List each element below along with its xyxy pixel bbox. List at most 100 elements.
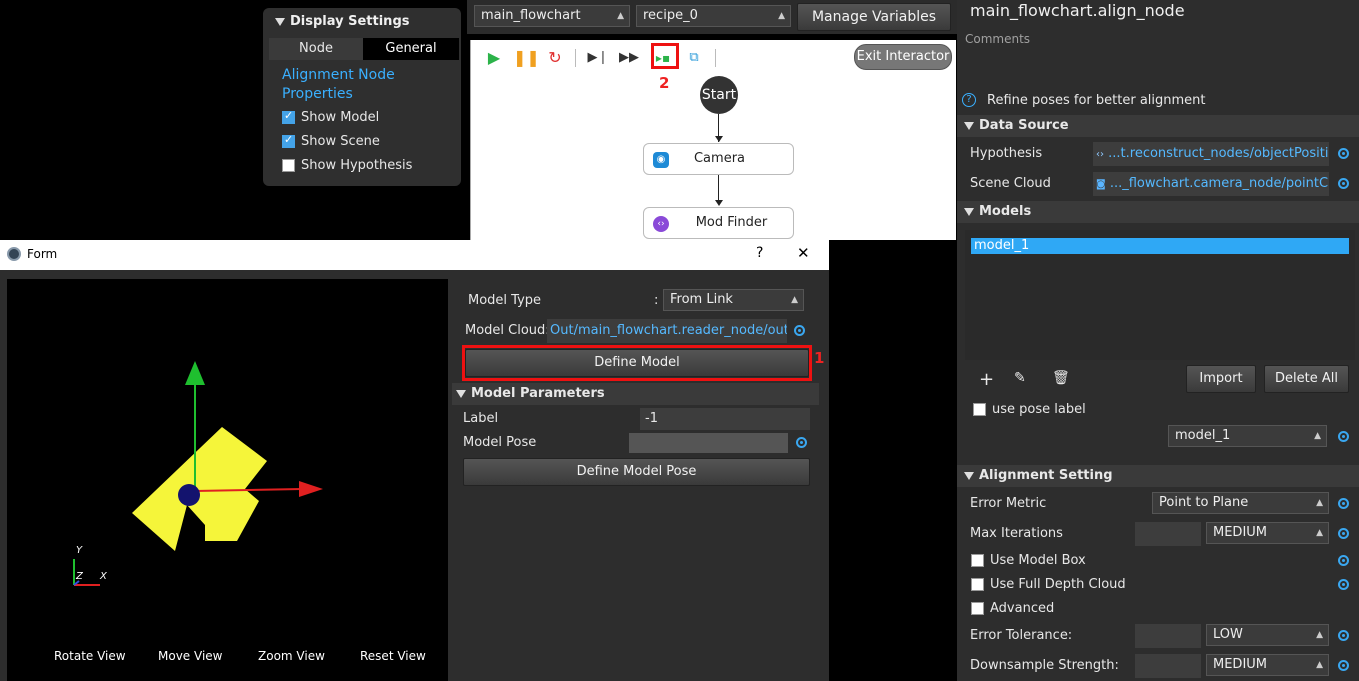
link-target-icon[interactable] <box>1338 498 1349 509</box>
downsample-strength-label: Downsample Strength: <box>970 658 1119 673</box>
reset-view-button[interactable]: Reset View <box>360 649 426 663</box>
flowchart-select-value: main_flowchart <box>481 8 581 23</box>
hypothesis-link-field[interactable]: ‹› ...t.reconstruct_nodes/objectPosition… <box>1093 142 1329 166</box>
error-metric-select[interactable]: Point to Plane ▲ <box>1152 492 1329 514</box>
link-target-icon[interactable] <box>794 325 805 336</box>
help-icon[interactable]: ? <box>962 93 976 107</box>
import-button[interactable]: Import <box>1186 365 1256 393</box>
advanced-checkbox[interactable]: Advanced <box>971 601 1054 616</box>
mod-finder-node[interactable]: ‹› Mod Finder <box>643 207 794 239</box>
rotate-view-button[interactable]: Rotate View <box>54 649 126 663</box>
define-model-pose-button[interactable]: Define Model Pose <box>463 458 810 486</box>
camera-icon: ◙ <box>1096 179 1106 190</box>
use-pose-label-text: use pose label <box>992 402 1086 417</box>
max-iterations-input[interactable] <box>1135 522 1201 546</box>
collapse-arrow-icon <box>964 471 974 480</box>
step-icon[interactable]: ▶❘ <box>587 46 609 70</box>
show-hypothesis-checkbox[interactable]: Show Hypothesis <box>282 158 412 173</box>
list-item[interactable]: model_1 <box>971 238 1349 254</box>
3d-viewer[interactable]: Y Z X Rotate View Move View Zoom View Re… <box>7 279 448 681</box>
link-target-icon[interactable] <box>1338 148 1349 159</box>
model-pose-input[interactable] <box>629 433 788 453</box>
model-type-select[interactable]: From Link ▲ <box>663 289 804 311</box>
link-target-icon[interactable] <box>796 437 807 448</box>
alignment-setting-section-header[interactable]: Alignment Setting <box>957 465 1359 487</box>
checkbox-icon[interactable] <box>971 578 984 591</box>
link-target-icon[interactable] <box>1338 660 1349 671</box>
flowchart-canvas[interactable]: ▶ ❚❚ ↻ ▶❘ ▶▶ ▸▪ ⧉ 2 Exit Interactor Star… <box>470 40 956 240</box>
checkbox-icon[interactable] <box>971 554 984 567</box>
updown-icon: ▲ <box>778 11 785 21</box>
connector-line <box>718 175 719 203</box>
checkbox-icon[interactable] <box>282 109 295 124</box>
help-icon[interactable]: ? <box>756 245 763 261</box>
link-target-icon[interactable] <box>1338 178 1349 189</box>
checkbox-icon[interactable] <box>282 133 295 148</box>
downsample-strength-input[interactable] <box>1135 654 1201 678</box>
flowchart-select[interactable]: main_flowchart ▲ <box>474 5 630 27</box>
downsample-strength-select[interactable]: MEDIUM ▲ <box>1206 654 1329 676</box>
fast-forward-icon[interactable]: ▶▶ <box>618 46 640 70</box>
checkbox-icon[interactable] <box>282 159 295 172</box>
show-model-checkbox[interactable]: Show Model <box>282 109 379 125</box>
delete-all-button[interactable]: Delete All <box>1264 365 1349 393</box>
label-input[interactable]: -1 <box>640 408 810 430</box>
checkbox-icon[interactable] <box>971 602 984 615</box>
node-title: main_flowchart.align_node <box>970 1 1185 20</box>
show-scene-checkbox[interactable]: Show Scene <box>282 133 380 149</box>
zoom-view-button[interactable]: Zoom View <box>258 649 325 663</box>
display-settings-header[interactable]: Display Settings <box>275 14 409 29</box>
models-section-header[interactable]: Models <box>957 201 1359 223</box>
link-target-icon[interactable] <box>1338 431 1349 442</box>
mod-finder-node-label: Mod Finder <box>695 215 768 230</box>
move-view-button[interactable]: Move View <box>158 649 222 663</box>
updown-icon: ▲ <box>1316 630 1323 640</box>
scene-cloud-link-field[interactable]: ◙ ..._flowchart.camera_node/pointCloud <box>1093 172 1329 196</box>
models-list[interactable]: model_1 <box>965 230 1355 360</box>
manage-variables-button[interactable]: Manage Variables <box>797 3 951 31</box>
tab-node[interactable]: Node <box>269 38 363 60</box>
origin-marker <box>178 484 200 506</box>
exit-interactor-button[interactable]: Exit Interactor <box>854 44 952 70</box>
models-title: Models <box>979 204 1032 219</box>
3d-scene[interactable] <box>7 279 448 639</box>
checkbox-icon[interactable] <box>973 403 986 416</box>
node-debug-icon[interactable]: ⧉ <box>683 46 705 70</box>
recipe-select-value: recipe_0 <box>643 8 698 23</box>
use-pose-label-checkbox[interactable]: use pose label <box>973 402 1086 417</box>
model-cloud-link-field[interactable]: Out/main_flowchart.reader_node/outputC <box>547 319 787 343</box>
link-target-icon[interactable] <box>1338 579 1349 590</box>
error-tolerance-input[interactable] <box>1135 624 1201 648</box>
pause-icon[interactable]: ❚❚ <box>513 46 540 70</box>
link-target-icon[interactable] <box>1338 555 1349 566</box>
use-model-box-checkbox[interactable]: Use Model Box <box>971 553 1086 568</box>
comments-label[interactable]: Comments <box>965 32 1030 46</box>
toolbar-divider <box>575 49 576 67</box>
annotation-number-2: 2 <box>659 74 670 92</box>
camera-node[interactable]: ◉ Camera <box>643 143 794 175</box>
model-cloud-label: Model Cloud: <box>465 323 550 338</box>
use-full-depth-checkbox[interactable]: Use Full Depth Cloud <box>971 577 1126 592</box>
model-parameters-section-header[interactable]: Model Parameters <box>452 383 819 405</box>
max-iterations-select[interactable]: MEDIUM ▲ <box>1206 522 1329 544</box>
data-source-section-header[interactable]: Data Source <box>957 115 1359 137</box>
restart-icon[interactable]: ↻ <box>544 46 566 70</box>
x-axis-arrow-icon <box>299 481 323 497</box>
delete-icon[interactable]: 🗑 <box>1052 370 1070 386</box>
play-icon[interactable]: ▶ <box>483 46 505 70</box>
link-target-icon[interactable] <box>1338 528 1349 539</box>
updown-icon: ▲ <box>1316 528 1323 538</box>
recipe-select[interactable]: recipe_0 ▲ <box>636 5 791 27</box>
tab-general[interactable]: General <box>363 38 459 60</box>
model-select[interactable]: model_1 ▲ <box>1168 425 1327 447</box>
link-target-icon[interactable] <box>1338 630 1349 641</box>
collapse-arrow-icon <box>275 17 285 26</box>
start-node[interactable]: Start <box>700 76 738 114</box>
error-tolerance-select[interactable]: LOW ▲ <box>1206 624 1329 646</box>
form-titlebar[interactable]: Form ? ✕ <box>0 240 829 270</box>
close-icon[interactable]: ✕ <box>797 244 810 262</box>
add-icon[interactable]: + <box>979 369 994 390</box>
axis-label-x: X <box>100 571 107 582</box>
highlight-box-2 <box>651 43 679 69</box>
edit-icon[interactable]: ✎ <box>1014 370 1026 386</box>
